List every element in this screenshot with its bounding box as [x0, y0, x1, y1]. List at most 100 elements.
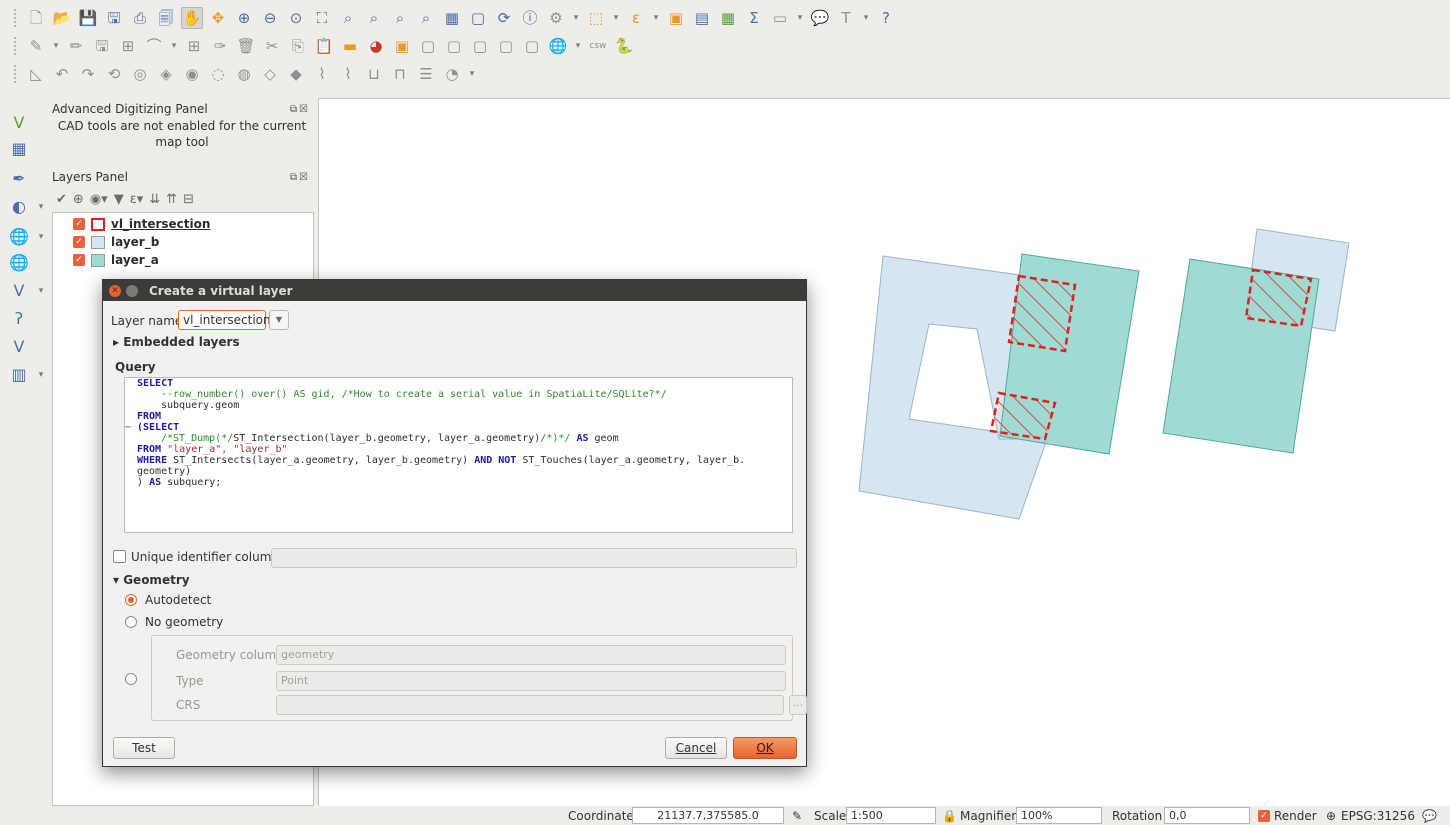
- chevron-down-icon[interactable]: ▾: [36, 232, 46, 242]
- lock-icon[interactable]: 🔒: [942, 807, 957, 824]
- minimize-icon[interactable]: [126, 284, 138, 297]
- query-editor[interactable]: SELECT --row_number() over() AS gid, /*H…: [124, 377, 793, 533]
- statistics-icon[interactable]: Σ: [743, 7, 765, 29]
- scale-lock-icon[interactable]: ✎: [792, 807, 802, 824]
- messages-icon[interactable]: 💬: [1422, 807, 1437, 824]
- help-icon[interactable]: ?: [875, 7, 897, 29]
- label-icon[interactable]: ▬: [339, 35, 361, 57]
- zoom-out-icon[interactable]: ⊖: [259, 7, 281, 29]
- autodetect-radio[interactable]: [125, 594, 137, 606]
- add-mssql-icon[interactable]: ▥: [8, 364, 30, 386]
- chevron-down-icon[interactable]: ▾: [573, 41, 583, 51]
- add-wfs-icon[interactable]: V: [8, 280, 30, 302]
- toolbar-grip[interactable]: [14, 9, 17, 27]
- fill-ring-icon[interactable]: ◉: [181, 63, 203, 85]
- test-button[interactable]: Test: [113, 737, 175, 759]
- cut-features-icon[interactable]: ✂: [261, 35, 283, 57]
- python-console-icon[interactable]: 🐍: [613, 35, 635, 57]
- fold-marker-icon[interactable]: −: [125, 422, 131, 434]
- save-as-icon[interactable]: 🖫: [103, 7, 125, 29]
- add-part-icon[interactable]: ◈: [155, 63, 177, 85]
- copy-features-icon[interactable]: ⎘: [287, 35, 309, 57]
- layout-manager-icon[interactable]: 🗐: [155, 7, 177, 29]
- deselect-icon[interactable]: ▣: [665, 7, 687, 29]
- new-print-layout-icon[interactable]: ⎙: [129, 7, 151, 29]
- map-tips-icon[interactable]: 💬: [809, 7, 831, 29]
- add-wcs-icon[interactable]: 🌐: [8, 252, 30, 274]
- pan-icon[interactable]: ✋: [181, 7, 203, 29]
- text-annotation-icon[interactable]: T: [835, 7, 857, 29]
- split-features-icon[interactable]: ⌇: [311, 63, 333, 85]
- delete-ring-icon[interactable]: ◌: [207, 63, 229, 85]
- zoom-native-icon[interactable]: ⊙: [285, 7, 307, 29]
- panel-float-close-icon[interactable]: ⧉☒: [290, 104, 310, 115]
- offset-point-symbols-icon[interactable]: ◔: [441, 63, 463, 85]
- add-ring-icon[interactable]: ◎: [129, 63, 151, 85]
- cancel-button[interactable]: Cancel: [665, 737, 727, 759]
- zoom-in-icon[interactable]: ⊕: [233, 7, 255, 29]
- zoom-next-icon[interactable]: ⌕: [415, 7, 437, 29]
- render-checkbox[interactable]: ✓: [1258, 807, 1270, 824]
- save-icon[interactable]: 💾: [77, 7, 99, 29]
- ok-button[interactable]: OK: [733, 737, 797, 759]
- metasearch-icon[interactable]: 🌐: [547, 35, 569, 57]
- add-postgis-icon[interactable]: V: [8, 336, 30, 358]
- layer-visibility-checkbox[interactable]: ✓: [73, 218, 85, 230]
- collapse-all-icon[interactable]: ⇈: [166, 192, 177, 207]
- move-feature-icon[interactable]: ⊞: [183, 35, 205, 57]
- scale-combobox[interactable]: 1:500: [846, 807, 936, 824]
- merge-features-icon[interactable]: ⊔: [363, 63, 385, 85]
- reshape-icon[interactable]: ◇: [259, 63, 281, 85]
- merge-attributes-icon[interactable]: ⊓: [389, 63, 411, 85]
- chevron-down-icon[interactable]: ▾: [36, 202, 46, 212]
- identify-icon[interactable]: ⓘ: [519, 7, 541, 29]
- toolbar-grip[interactable]: [14, 37, 17, 55]
- rotation-spinbox[interactable]: 0,0: [1164, 807, 1250, 824]
- chevron-down-icon[interactable]: ▾: [169, 41, 179, 51]
- add-spatialite-icon[interactable]: ◐: [8, 196, 30, 218]
- zoom-last-icon[interactable]: ⌕: [389, 7, 411, 29]
- change-label-icon[interactable]: ▢: [521, 35, 543, 57]
- field-calculator-icon[interactable]: ▦: [717, 7, 739, 29]
- redo-icon[interactable]: ↷: [77, 63, 99, 85]
- toolbar-grip[interactable]: [14, 65, 17, 83]
- chevron-down-icon[interactable]: ▾: [51, 41, 61, 51]
- coordinate-field[interactable]: 21137.7,375585.0: [632, 807, 784, 824]
- add-raster-layer-icon[interactable]: ▦: [8, 138, 30, 160]
- chevron-down-icon[interactable]: ▾: [651, 13, 661, 23]
- save-edits-icon[interactable]: 🖫: [91, 35, 113, 57]
- pin-labels-icon[interactable]: ▢: [417, 35, 439, 57]
- open-folder-icon[interactable]: 📂: [51, 7, 73, 29]
- expand-all-icon[interactable]: ⇊: [149, 192, 160, 207]
- add-virtual-layer-icon[interactable]: ʔ: [8, 308, 30, 330]
- unique-id-checkbox[interactable]: [113, 550, 126, 563]
- add-vector-layer-icon[interactable]: V: [8, 112, 30, 134]
- filter-icon[interactable]: ▼: [114, 192, 124, 207]
- zoom-to-layer-icon[interactable]: ⌕: [363, 7, 385, 29]
- chevron-down-icon[interactable]: ▾: [795, 13, 805, 23]
- add-wms-icon[interactable]: 🌐: [8, 226, 30, 248]
- diagram-icon[interactable]: ◕: [365, 35, 387, 57]
- filter-expression-icon[interactable]: ɛ▾: [130, 192, 144, 207]
- chevron-down-icon[interactable]: ▾: [467, 69, 477, 79]
- chevron-down-icon[interactable]: ▾: [611, 13, 621, 23]
- select-features-icon[interactable]: ⬚: [585, 7, 607, 29]
- add-group-icon[interactable]: ⊕: [73, 192, 84, 207]
- simplify-icon[interactable]: ⟲: [103, 63, 125, 85]
- rotate-label-icon[interactable]: ▢: [495, 35, 517, 57]
- layer-item[interactable]: ✓ vl_intersection: [73, 215, 210, 233]
- chevron-down-icon[interactable]: ▾: [571, 13, 581, 23]
- geometry-toggle[interactable]: ▾ Geometry: [113, 573, 190, 587]
- add-delimited-text-icon[interactable]: ✒: [8, 168, 30, 190]
- chevron-down-icon[interactable]: ▾: [36, 370, 46, 380]
- magnifier-spinbox[interactable]: 100%: [1016, 807, 1102, 824]
- add-feature-icon[interactable]: ⊞: [117, 35, 139, 57]
- style-icon[interactable]: ✔: [56, 192, 67, 207]
- new-bookmark-icon[interactable]: ▢: [467, 7, 489, 29]
- crs-label[interactable]: EPSG:31256: [1341, 807, 1415, 824]
- csw-icon[interactable]: csw: [587, 35, 609, 57]
- layer-labeling-icon[interactable]: ▣: [391, 35, 413, 57]
- no-geometry-radio[interactable]: [125, 616, 137, 628]
- show-hide-labels-icon[interactable]: ▢: [443, 35, 465, 57]
- chevron-down-icon[interactable]: ▾: [36, 286, 46, 296]
